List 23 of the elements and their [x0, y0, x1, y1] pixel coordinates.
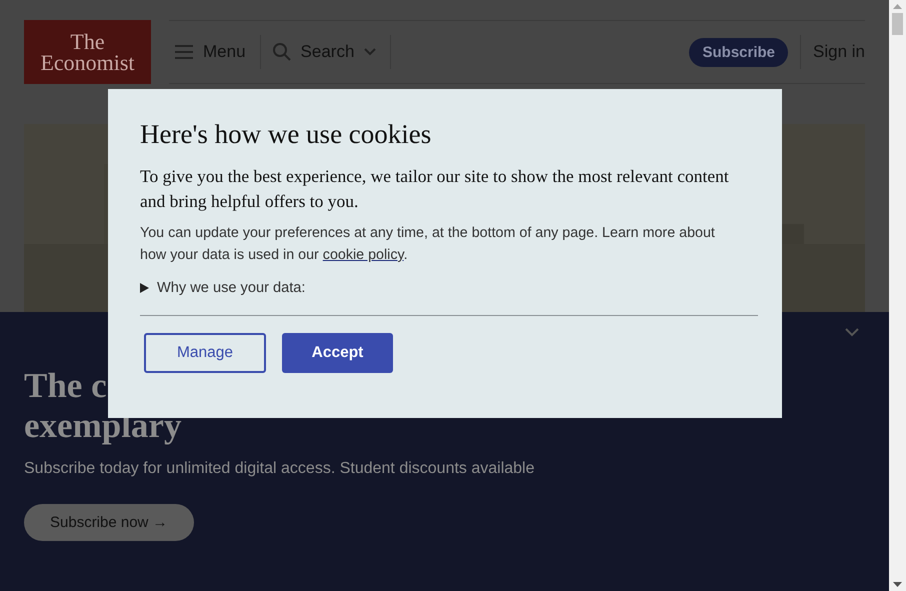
dialog-body-text: You can update your preferences at any time, at the bottom of any page. Learn more about how your data is used in our cookie policy. — [140, 224, 716, 265]
disclosure-toggle[interactable]: Why we use your data: — [140, 280, 306, 296]
accept-button[interactable]: Accept — [282, 333, 393, 373]
triangle-icon — [140, 283, 149, 293]
banner-heading: The c — [24, 366, 107, 405]
scrollbar-thumb[interactable] — [892, 13, 903, 35]
manage-button[interactable]: Manage — [144, 333, 266, 373]
logo-text: The — [70, 31, 105, 52]
cookie-policy-link[interactable]: cookie policy — [322, 247, 404, 263]
logo-text: Economist — [40, 52, 135, 73]
scrollbar[interactable] — [889, 0, 906, 591]
chevron-icon — [364, 48, 376, 56]
scroll-down-icon[interactable] — [893, 582, 902, 587]
menu-icon — [175, 45, 193, 59]
scroll-up-icon[interactable] — [893, 4, 902, 9]
subscribe-button[interactable]: Subscribe — [689, 38, 788, 66]
dialog-title: Here's how we use cookies — [140, 119, 432, 149]
banner-subtitle: Subscribe today for unlimited digital access. Student discounts available — [24, 460, 535, 477]
banner-heading: exemplary — [24, 406, 182, 445]
logo[interactable]: The Economist — [24, 20, 151, 84]
dialog-lead-text: To give you the best experience, we tailor our site to show the most relevant content and bring helpful offers to you. — [140, 166, 729, 211]
search-icon — [272, 43, 291, 61]
chevron-icon[interactable] — [845, 328, 859, 337]
